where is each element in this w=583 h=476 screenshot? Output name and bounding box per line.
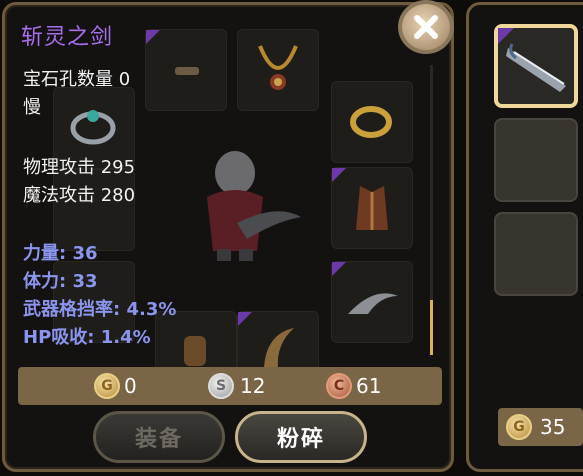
- inventory-slot-empty[interactable]: [494, 118, 578, 202]
- inventory-slot-selected[interactable]: [494, 24, 578, 108]
- bonus-hp-absorb: HP吸收: 1.4%: [23, 327, 151, 348]
- inventory-slot-empty[interactable]: [494, 212, 578, 296]
- side-gold-amount: 35: [540, 415, 566, 439]
- silver-coin-icon: S: [208, 373, 234, 399]
- gold-amount: 0: [124, 374, 137, 398]
- bonus-stamina: 体力: 33: [23, 271, 98, 292]
- gloves-icon: [184, 336, 206, 366]
- equip-button[interactable]: 装备: [93, 411, 225, 463]
- character-model: [207, 151, 301, 261]
- magic-attack: 魔法攻击 280: [23, 185, 136, 206]
- item-tooltip-panel: 斩灵之剑 宝石孔数量 0 慢 物理攻击 295 魔法攻击 280 力量: 36 …: [2, 2, 454, 472]
- silver-amount: 12: [240, 374, 266, 398]
- physical-attack: 物理攻击 295: [23, 157, 136, 178]
- item-name: 斩灵之剑: [21, 25, 114, 50]
- belt-icon: [175, 67, 199, 75]
- equipment-slot-ring-right[interactable]: [331, 81, 413, 163]
- bonus-block-rate: 武器格挡率: 4.3%: [23, 299, 177, 320]
- armor-icon: [356, 186, 388, 230]
- necklace-icon: [258, 45, 298, 90]
- close-icon: [414, 15, 438, 39]
- currency-bar: G 0 S 12 C 61: [18, 367, 442, 405]
- bonus-strength: 力量: 36: [23, 243, 98, 264]
- sword-icon: [506, 43, 566, 92]
- copper-amount: 61: [356, 374, 382, 398]
- close-button[interactable]: [398, 0, 454, 54]
- gem-slot-count: 宝石孔数量 0: [23, 69, 131, 90]
- equipment-slot-armor[interactable]: [331, 167, 413, 249]
- side-currency-bar: G 35: [498, 408, 583, 446]
- attack-speed: 慢: [23, 97, 41, 118]
- equipment-slot-weapon[interactable]: [145, 29, 227, 111]
- gold-coin-icon: G: [506, 414, 532, 440]
- scrollbar-thumb[interactable]: [430, 300, 433, 355]
- equipment-slot-necklace[interactable]: [237, 29, 319, 111]
- copper-coin-icon: C: [326, 373, 352, 399]
- scythe-icon: [348, 293, 398, 314]
- gold-ring-icon: [350, 106, 392, 138]
- gold-coin-icon: G: [94, 373, 120, 399]
- ring-icon: [70, 110, 116, 145]
- equipment-slot-offhand[interactable]: [331, 261, 413, 343]
- smash-button[interactable]: 粉碎: [235, 411, 367, 463]
